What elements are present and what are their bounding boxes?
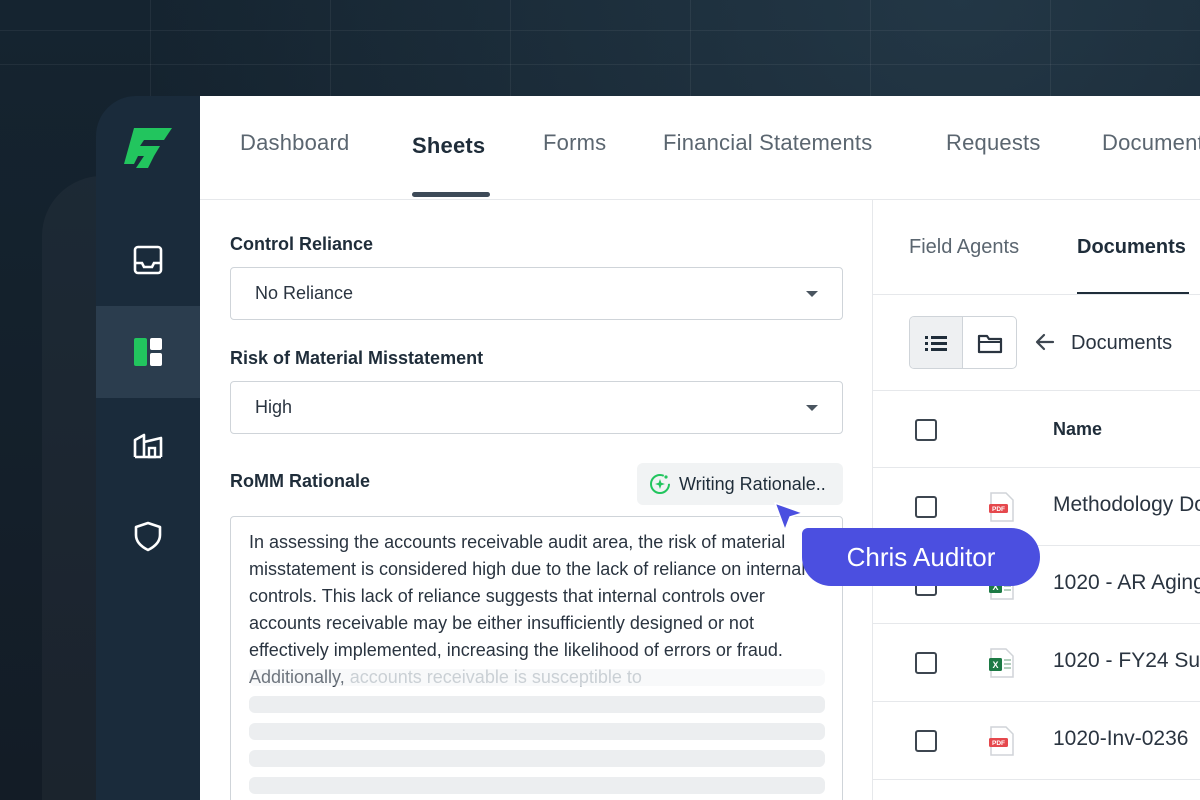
romm-rationale-textarea[interactable]: In assessing the accounts receivable aud…: [230, 516, 843, 800]
table-row[interactable]: X 1020 - FY24 Su: [873, 624, 1200, 702]
sidebar-item-security[interactable]: [96, 490, 200, 582]
control-reliance-label: Control Reliance: [230, 234, 374, 254]
file-name: Methodology Do: [1053, 493, 1200, 516]
romm-label: Risk of Material Misstatement: [230, 348, 484, 368]
table-header: Name: [873, 390, 1200, 468]
back-arrow-icon[interactable]: [1033, 330, 1057, 354]
breadcrumb[interactable]: Documents: [1071, 332, 1172, 355]
tab-field-agents[interactable]: Field Agents: [909, 236, 1019, 259]
ai-button-label: Writing Rationale..: [679, 473, 826, 494]
romm-value: High: [255, 397, 293, 417]
loading-skeleton-line: [249, 777, 825, 794]
tab-documents[interactable]: Documents: [1102, 130, 1200, 156]
collaborator-badge: Chris Auditor: [802, 528, 1040, 586]
collaborator-cursor-icon: [774, 502, 804, 531]
loading-skeleton-line: [249, 669, 825, 686]
table-row[interactable]: PDF 1020-Inv-0236: [873, 702, 1200, 780]
list-icon: [925, 335, 947, 351]
tab-sheets[interactable]: Sheets: [412, 133, 485, 159]
excel-file-icon: X: [989, 648, 1014, 678]
shield-icon: [134, 521, 162, 552]
control-reliance-select[interactable]: No Reliance: [230, 267, 843, 320]
tab-forms[interactable]: Forms: [543, 130, 606, 156]
ai-sparkle-icon: [650, 474, 670, 494]
row-checkbox[interactable]: [915, 730, 937, 752]
svg-text:PDF: PDF: [992, 740, 1005, 747]
loading-skeleton-line: [249, 750, 825, 767]
tab-financial-statements[interactable]: Financial Statements: [663, 130, 872, 156]
rationale-body: In assessing the accounts receivable aud…: [249, 532, 806, 687]
ai-writing-rationale-button[interactable]: Writing Rationale..: [637, 463, 843, 505]
sidebar-item-organization[interactable]: [96, 398, 200, 490]
row-checkbox[interactable]: [915, 496, 937, 518]
sidebar: [96, 96, 200, 800]
folder-icon: [977, 334, 1002, 353]
sheets-icon: [134, 338, 162, 366]
inbox-icon: [133, 245, 163, 275]
sidebar-item-sheets[interactable]: [96, 306, 200, 398]
tab-requests[interactable]: Requests: [946, 130, 1041, 156]
list-view-button[interactable]: [910, 317, 964, 368]
file-name: 1020-Inv-0236: [1053, 727, 1189, 750]
svg-text:PDF: PDF: [992, 506, 1005, 513]
pdf-file-icon: PDF: [989, 726, 1014, 756]
chevron-down-icon: [806, 290, 818, 297]
romm-rationale-label: RoMM Rationale: [230, 471, 371, 491]
side-panel: Field Agents Documents Documents Name PD…: [872, 200, 1200, 800]
view-toggle: [909, 316, 1017, 369]
pdf-file-icon: PDF: [989, 492, 1014, 522]
tab-dashboard[interactable]: Dashboard: [240, 130, 349, 156]
building-icon: [133, 433, 163, 459]
tab-panel-documents[interactable]: Documents: [1077, 236, 1186, 259]
active-tab-indicator: [412, 192, 490, 197]
sidebar-item-inbox[interactable]: [96, 214, 200, 306]
rationale-text: In assessing the accounts receivable aud…: [249, 529, 829, 691]
row-checkbox[interactable]: [915, 652, 937, 674]
file-name: 1020 - AR Aging: [1053, 571, 1200, 594]
divider: [873, 294, 1200, 295]
svg-text:X: X: [992, 660, 998, 670]
select-all-checkbox[interactable]: [915, 419, 937, 441]
loading-skeleton-line: [249, 696, 825, 713]
column-header-name[interactable]: Name: [1053, 419, 1102, 440]
chevron-down-icon: [806, 404, 818, 411]
folder-view-button[interactable]: [963, 317, 1016, 368]
file-name: 1020 - FY24 Su: [1053, 649, 1200, 672]
control-reliance-value: No Reliance: [255, 283, 354, 303]
romm-select[interactable]: High: [230, 381, 843, 434]
app-logo[interactable]: [120, 120, 176, 176]
main-window: Dashboard Sheets Forms Financial Stateme…: [200, 96, 1200, 800]
loading-skeleton-line: [249, 723, 825, 740]
top-navigation: Dashboard Sheets Forms Financial Stateme…: [200, 96, 1200, 200]
